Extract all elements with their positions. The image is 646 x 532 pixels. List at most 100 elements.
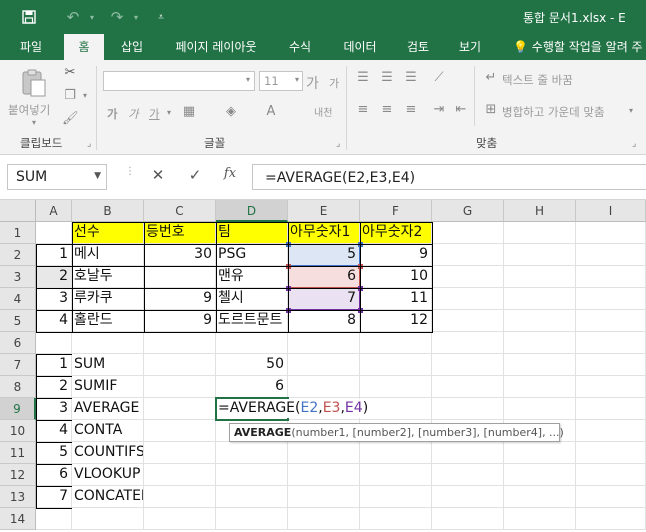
align-middle-icon[interactable]: ☰ <box>378 70 396 85</box>
cell-f8[interactable] <box>360 376 432 398</box>
alignment-launcher-icon[interactable]: ⌟ <box>632 139 636 149</box>
tooltip-function-name[interactable]: AVERAGE <box>234 426 291 439</box>
cell-b3[interactable]: 호날두 <box>72 266 144 288</box>
cell-h11[interactable] <box>504 442 576 464</box>
cell-c6[interactable] <box>144 332 216 354</box>
tab-home[interactable]: 홈 <box>64 34 104 60</box>
cell-f11[interactable] <box>360 442 432 464</box>
row-header-4[interactable]: 4 <box>0 288 36 310</box>
tab-review[interactable]: 검토 <box>398 34 438 60</box>
cell-c7[interactable] <box>144 354 216 376</box>
cell-d3[interactable]: 맨유 <box>216 266 288 288</box>
cell-e11[interactable] <box>288 442 360 464</box>
cell-a1[interactable] <box>36 222 72 244</box>
wrap-text-icon[interactable]: ↵ <box>483 70 499 85</box>
grow-font-icon[interactable]: 가 <box>306 73 319 93</box>
cell-g6[interactable] <box>432 332 504 354</box>
cell-i7[interactable] <box>576 354 646 376</box>
copy-dropdown-icon[interactable]: ▾ <box>80 91 90 100</box>
cell-b8[interactable]: SUMIF <box>72 376 144 398</box>
cell-d1[interactable]: 팀 <box>216 222 288 244</box>
paste-dropdown-icon[interactable]: ▾ <box>28 118 40 127</box>
cell-f13[interactable] <box>360 486 432 508</box>
cell-b9[interactable]: AVERAGE <box>72 398 144 420</box>
cell-b10[interactable]: CONTA <box>72 420 144 442</box>
row-header-5[interactable]: 5 <box>0 310 36 332</box>
cell-c8[interactable] <box>144 376 216 398</box>
cell-a14[interactable] <box>36 508 72 530</box>
undo-icon[interactable]: ↶ <box>62 6 84 28</box>
row-header-6[interactable]: 6 <box>0 332 36 354</box>
insert-function-icon[interactable]: fx <box>219 166 241 188</box>
outdent-icon[interactable]: ⇤ <box>452 102 470 117</box>
cell-a2[interactable]: 1 <box>36 244 72 266</box>
cell-g8[interactable] <box>432 376 504 398</box>
cell-g4[interactable] <box>432 288 504 310</box>
orientation-icon[interactable]: ⟋ <box>430 70 448 85</box>
cell-a11[interactable]: 5 <box>36 442 72 464</box>
row-header-14[interactable]: 14 <box>0 508 36 530</box>
cell-h13[interactable] <box>504 486 576 508</box>
cell-d14[interactable] <box>216 508 288 530</box>
cell-b11[interactable]: COUNTIFS <box>72 442 144 464</box>
save-icon[interactable] <box>18 6 40 28</box>
select-all-corner[interactable] <box>0 200 36 222</box>
cell-edit-text[interactable]: =AVERAGE(E2,E3,E4) <box>218 399 371 418</box>
cell-e14[interactable] <box>288 508 360 530</box>
column-header-f[interactable]: F <box>360 200 432 222</box>
cell-b13[interactable]: CONCATENATE <box>72 486 144 508</box>
underline-button[interactable]: 가 <box>149 106 160 122</box>
cell-c12[interactable] <box>144 464 216 486</box>
tell-me-search[interactable]: 💡 수행할 작업을 알려 주 <box>513 34 643 60</box>
redo-dropdown-icon[interactable]: ▾ <box>130 6 142 28</box>
tab-file[interactable]: 파일 <box>8 34 54 60</box>
bold-button[interactable]: 가 <box>107 106 118 122</box>
row-header-9[interactable]: 9 <box>0 398 36 420</box>
fill-color-icon[interactable]: ◈ <box>222 104 240 119</box>
column-header-d[interactable]: D <box>216 200 288 222</box>
cell-i5[interactable] <box>576 310 646 332</box>
column-header-h[interactable]: H <box>504 200 576 222</box>
cell-d8[interactable]: 6 <box>216 376 288 398</box>
align-bottom-icon[interactable]: ☰ <box>402 70 420 85</box>
row-header-10[interactable]: 10 <box>0 420 36 442</box>
redo-icon[interactable]: ↷ <box>106 6 128 28</box>
align-top-icon[interactable]: ☰ <box>354 70 372 85</box>
customize-qat-icon[interactable]: ⩡ <box>154 6 168 28</box>
cell-b4[interactable]: 루카쿠 <box>72 288 144 310</box>
cell-d13[interactable] <box>216 486 288 508</box>
cell-h7[interactable] <box>504 354 576 376</box>
copy-icon[interactable]: ❐ <box>62 88 78 103</box>
cell-f4[interactable]: 11 <box>360 288 432 310</box>
row-header-11[interactable]: 11 <box>0 442 36 464</box>
paste-label[interactable]: 붙여넣기 <box>8 102 50 118</box>
cell-f3[interactable]: 10 <box>360 266 432 288</box>
column-header-g[interactable]: G <box>432 200 504 222</box>
font-size-dropdown-icon[interactable]: ▾ <box>295 75 299 84</box>
cell-a3[interactable]: 2 <box>36 266 72 288</box>
cell-f12[interactable] <box>360 464 432 486</box>
cell-h5[interactable] <box>504 310 576 332</box>
paste-icon[interactable] <box>18 68 48 100</box>
column-header-b[interactable]: B <box>72 200 144 222</box>
cell-f5[interactable]: 12 <box>360 310 432 332</box>
wrap-text-button[interactable]: 텍스트 줄 바꿈 <box>502 72 573 88</box>
cell-h4[interactable] <box>504 288 576 310</box>
tab-insert[interactable]: 삽입 <box>112 34 152 60</box>
align-right-icon[interactable]: ≡ <box>402 102 420 117</box>
cell-f9[interactable] <box>360 398 432 420</box>
clipboard-launcher-icon[interactable]: ⌟ <box>87 139 91 149</box>
row-header-1[interactable]: 1 <box>0 222 36 244</box>
cell-g11[interactable] <box>432 442 504 464</box>
cell-e7[interactable] <box>288 354 360 376</box>
cell-i2[interactable] <box>576 244 646 266</box>
cell-a8[interactable]: 2 <box>36 376 72 398</box>
italic-button[interactable]: 가 <box>128 106 139 122</box>
cell-d11[interactable] <box>216 442 288 464</box>
tab-data[interactable]: 데이터 <box>334 34 386 60</box>
cell-b6[interactable] <box>72 332 144 354</box>
font-name-dropdown-icon[interactable]: ▾ <box>246 75 250 84</box>
cell-g1[interactable] <box>432 222 504 244</box>
cell-f1[interactable]: 아무숫자2 <box>360 222 432 244</box>
cell-c5[interactable]: 9 <box>144 310 216 332</box>
